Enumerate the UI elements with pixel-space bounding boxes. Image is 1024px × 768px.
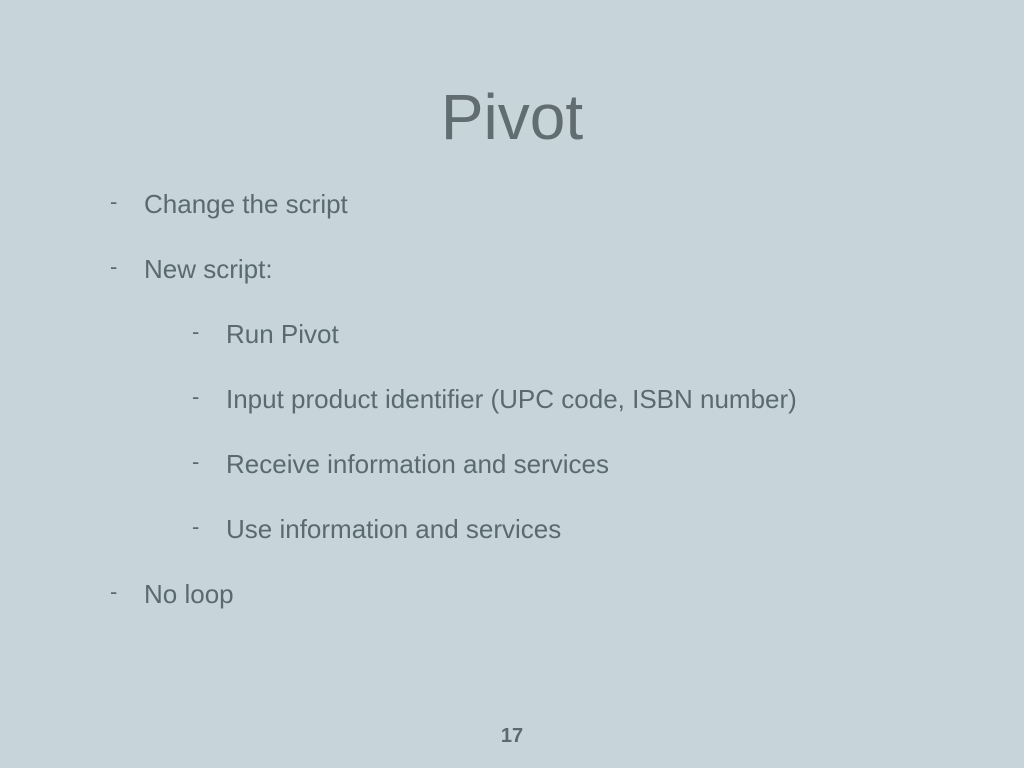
slide: Pivot Change the script New script: Run … [0, 0, 1024, 768]
sub-bullet-item: Receive information and services [192, 449, 934, 480]
sub-bullet-item: Run Pivot [192, 319, 934, 350]
sub-bullet-item: Input product identifier (UPC code, ISBN… [192, 384, 934, 415]
bullet-list: Change the script New script: Run Pivot … [90, 189, 934, 610]
sub-bullet-item: Use information and services [192, 514, 934, 545]
slide-title: Pivot [90, 80, 934, 154]
bullet-item: New script: Run Pivot Input product iden… [110, 254, 934, 545]
sub-bullet-list: Run Pivot Input product identifier (UPC … [144, 319, 934, 545]
bullet-item: No loop [110, 579, 934, 610]
page-number: 17 [0, 725, 1024, 748]
bullet-text: New script: [144, 254, 273, 284]
bullet-item: Change the script [110, 189, 934, 220]
